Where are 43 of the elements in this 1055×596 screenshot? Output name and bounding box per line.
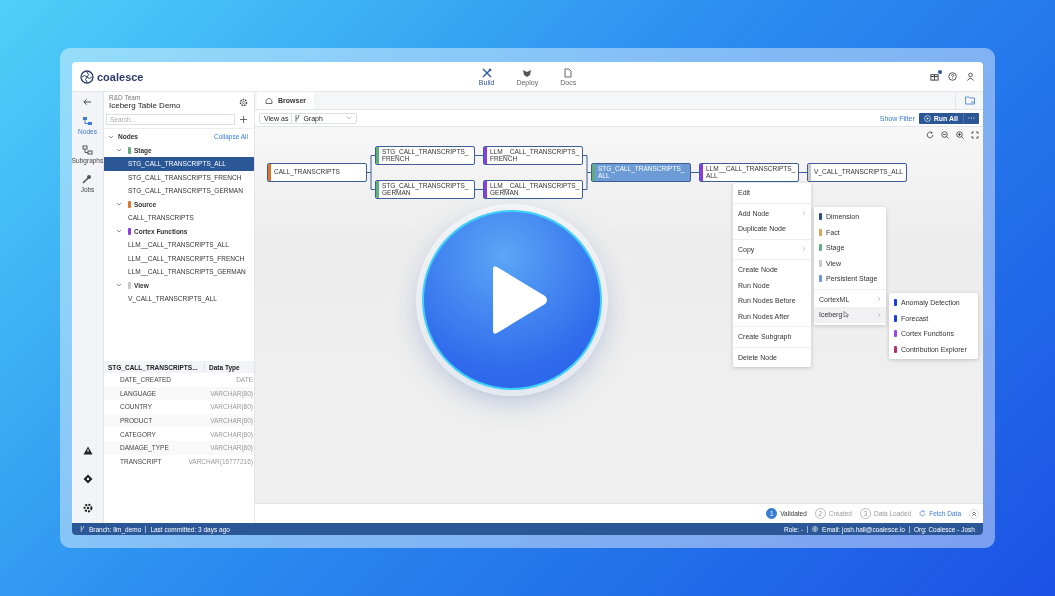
chevron-right-icon: [802, 210, 806, 217]
settings-icon[interactable]: [82, 503, 93, 513]
chevron-down-icon[interactable]: [116, 147, 122, 154]
chevron-down-icon[interactable]: [116, 228, 122, 235]
cursor-icon: [843, 311, 850, 319]
wrench-icon: [82, 174, 93, 184]
project-name: Iceberg Table Demo: [109, 101, 182, 110]
globe-icon: [812, 526, 819, 532]
chevron-down-icon[interactable]: [108, 133, 114, 140]
chevron-down-icon[interactable]: [116, 282, 122, 289]
chevron-down-icon: [346, 116, 352, 120]
settings-icon[interactable]: [239, 97, 248, 107]
warning-icon[interactable]: [82, 446, 93, 455]
connector: [474, 155, 484, 156]
logo-text: coalesce: [97, 70, 144, 83]
help-icon[interactable]: [948, 72, 957, 81]
branch-icon: [295, 114, 301, 122]
connector: [474, 189, 484, 190]
back-arrow-icon[interactable]: [83, 98, 92, 106]
zoom-out-icon[interactable]: [941, 131, 949, 139]
branch-icon: [80, 526, 85, 532]
tools-icon: [481, 67, 492, 78]
folder-icon[interactable]: [964, 96, 975, 105]
document-icon: [563, 67, 574, 78]
collapse-up-icon[interactable]: [969, 508, 979, 519]
zoom-in-icon[interactable]: [956, 131, 964, 139]
connector: [798, 172, 808, 173]
connector: [690, 172, 700, 173]
chevron-right-icon: [877, 311, 881, 318]
add-icon[interactable]: [240, 116, 247, 123]
play-circle-icon: [923, 114, 931, 122]
refresh-icon[interactable]: [926, 131, 934, 139]
refresh-icon: [919, 510, 927, 517]
gift-icon[interactable]: [930, 72, 939, 81]
play-button[interactable]: [422, 210, 602, 390]
chevron-right-icon: [877, 296, 881, 303]
nodes-icon: [82, 116, 93, 126]
logo-icon: [80, 69, 94, 84]
user-icon[interactable]: [966, 72, 975, 81]
chevron-right-icon: [802, 246, 806, 253]
fit-screen-icon[interactable]: [971, 131, 979, 139]
subgraph-icon: [82, 145, 93, 155]
chevron-down-icon[interactable]: [116, 201, 122, 208]
